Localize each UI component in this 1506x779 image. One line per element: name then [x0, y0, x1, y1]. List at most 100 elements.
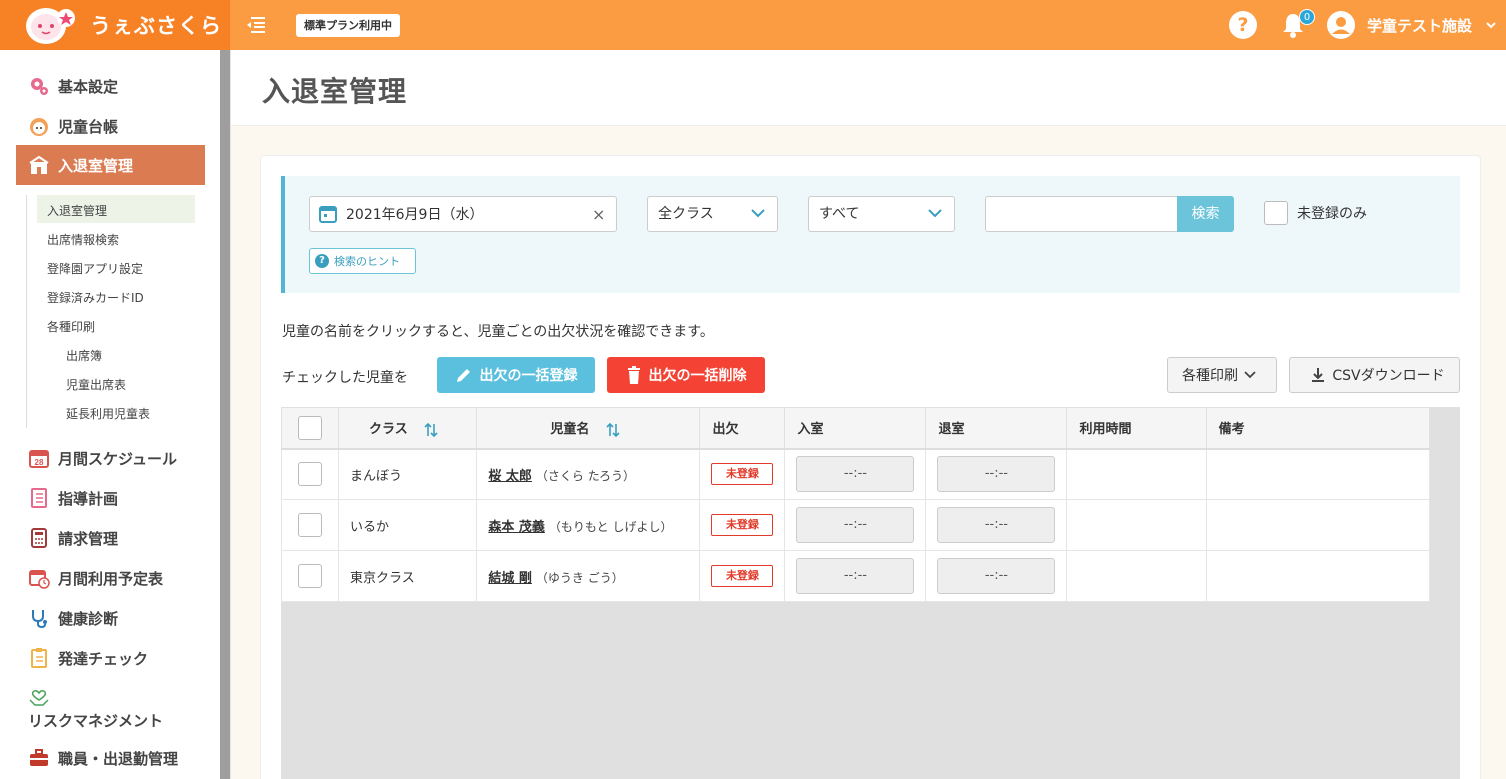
child-name-link[interactable]: 桜 太郎	[488, 469, 532, 484]
sidebar-item-label: 児童台帳	[58, 117, 119, 136]
row-select-cell	[281, 448, 339, 500]
notes-cell	[1205, 499, 1431, 551]
chevron-down-icon	[751, 209, 765, 218]
unregistered-only-checkbox[interactable]	[1264, 201, 1288, 225]
sidebar-item-label: リスクマネジメント	[28, 711, 164, 730]
class-header-label: クラス	[369, 422, 408, 437]
bulk-register-button[interactable]: 出欠の一括登録	[437, 357, 595, 393]
sidebar-item-development-check[interactable]: 発達チェック	[28, 644, 148, 672]
checklist-icon	[31, 648, 47, 668]
class-select-value: 全クラス	[658, 206, 714, 222]
entry-cell: --:--	[784, 499, 927, 551]
status-select-value: すべて	[819, 206, 860, 222]
attendance-cell: 未登録	[699, 499, 786, 551]
page-header	[231, 50, 1506, 126]
chevron-down-icon	[1244, 371, 1256, 379]
class-cell: いるか	[337, 499, 478, 551]
download-icon	[1312, 368, 1325, 382]
child-name-link[interactable]: 森本 茂義	[488, 520, 545, 535]
row-select-cell	[281, 550, 339, 602]
exit-cell: --:--	[925, 448, 1068, 500]
sidebar-item-billing[interactable]: 請求管理	[28, 524, 118, 552]
class-select[interactable]: 全クラス	[647, 196, 778, 232]
attendance-cell: 未登録	[699, 550, 786, 602]
search-hint-button[interactable]: ? 検索のヒント	[309, 248, 416, 274]
notification-count-badge: 0	[1299, 9, 1315, 25]
search-input[interactable]	[985, 196, 1177, 232]
menu-collapse-icon[interactable]	[245, 14, 267, 36]
exit-time-input[interactable]: --:--	[937, 558, 1056, 594]
row-checkbox[interactable]	[298, 513, 322, 537]
subnav-item-extended-use-sheet[interactable]: 延長利用児童表	[66, 405, 150, 422]
chevron-down-icon	[928, 209, 942, 218]
chevron-down-icon[interactable]	[1486, 20, 1496, 30]
name-cell: 森本 茂義 （もりもと しげよし）	[476, 499, 701, 551]
entry-column-header: 入室	[784, 407, 927, 450]
help-icon[interactable]: ?	[1229, 11, 1257, 39]
attendance-status-badge[interactable]: 未登録	[711, 463, 774, 486]
entry-time-input[interactable]: --:--	[796, 456, 915, 493]
brand-logo[interactable]: うぇぶさくら	[0, 0, 230, 50]
sidebar-item-label: 月間利用予定表	[58, 569, 164, 588]
exit-cell: --:--	[925, 499, 1068, 551]
exit-time-input[interactable]: --:--	[937, 507, 1056, 543]
subnav-item-printing[interactable]: 各種印刷	[47, 318, 95, 335]
status-select[interactable]: すべて	[808, 196, 955, 232]
sidebar-item-basic-settings[interactable]: 基本設定	[28, 72, 118, 100]
print-menu-label: 各種印刷	[1182, 368, 1238, 384]
sidebar-item-label: 入退室管理	[58, 156, 134, 175]
subnav-item-app-settings[interactable]: 登降園アプリ設定	[47, 260, 143, 277]
subnav-item-attendance[interactable]: 入退室管理	[47, 202, 107, 219]
sidebar-item-guidance-plan[interactable]: 指導計画	[28, 484, 118, 512]
bulk-delete-button[interactable]: 出欠の一括削除	[607, 357, 765, 393]
exit-time-input[interactable]: --:--	[937, 456, 1056, 493]
csv-download-button[interactable]: CSVダウンロード	[1289, 357, 1460, 393]
sidebar-item-child-register[interactable]: 児童台帳	[28, 112, 118, 140]
search-hint-label: 検索のヒント	[334, 255, 400, 268]
row-checkbox[interactable]	[298, 462, 322, 487]
attendance-status-badge[interactable]: 未登録	[711, 565, 774, 587]
user-avatar-icon[interactable]	[1327, 11, 1355, 39]
exit-cell: --:--	[925, 550, 1068, 602]
sidebar-scrollbar[interactable]	[220, 50, 230, 779]
row-checkbox[interactable]	[298, 564, 322, 588]
entry-time-input[interactable]: --:--	[796, 558, 915, 594]
name-column-header[interactable]: 児童名	[476, 407, 701, 450]
sidebar-item-attendance[interactable]: 入退室管理	[16, 145, 205, 185]
hands-heart-icon	[29, 689, 49, 706]
sidebar-item-staff-management[interactable]: 職員・出退勤管理	[28, 744, 178, 772]
date-picker[interactable]: 2021年6月9日（水）	[309, 196, 617, 232]
sort-icon[interactable]	[424, 422, 438, 438]
child-kana: （さくら たろう）	[535, 468, 636, 483]
sort-icon[interactable]	[606, 422, 620, 438]
notes-column-header: 備考	[1205, 407, 1431, 450]
usage-time-cell	[1066, 550, 1207, 602]
sidebar-item-label: 指導計画	[58, 489, 119, 508]
subnav-item-attendance-search[interactable]: 出席情報検索	[47, 231, 119, 248]
print-menu-button[interactable]: 各種印刷	[1167, 357, 1277, 393]
class-column-header[interactable]: クラス	[337, 407, 478, 450]
entry-time-input[interactable]: --:--	[796, 507, 915, 543]
sidebar-item-risk-management[interactable]: リスクマネジメント	[28, 706, 163, 734]
sidebar-item-health-check[interactable]: 健康診断	[28, 604, 118, 632]
facility-name[interactable]: 学童テスト施設	[1367, 15, 1472, 36]
calendar-icon	[319, 206, 337, 223]
subnav-item-attendance-book[interactable]: 出席簿	[66, 347, 102, 364]
subnav-item-card-ids[interactable]: 登録済みカードID	[47, 289, 144, 306]
subnav-item-child-attendance-sheet[interactable]: 児童出席表	[66, 376, 126, 393]
clear-date-icon[interactable]: ×	[592, 205, 605, 224]
sidebar-item-monthly-schedule[interactable]: 28 月間スケジュール	[28, 444, 177, 472]
select-all-checkbox[interactable]	[298, 415, 322, 440]
child-name-link[interactable]: 結城 剛	[488, 571, 532, 586]
table-row: まんぼう 桜 太郎 （さくら たろう） 未登録 --:-- --:--	[281, 448, 1431, 500]
sidebar-item-monthly-usage-plan[interactable]: 月間利用予定表	[28, 564, 163, 592]
pencil-icon	[456, 369, 470, 382]
search-button[interactable]: 検索	[1177, 196, 1234, 232]
calendar-28-icon: 28	[29, 450, 49, 468]
child-face-icon	[30, 118, 48, 136]
calculator-icon	[31, 528, 47, 548]
unregistered-only-label: 未登録のみ	[1297, 206, 1367, 222]
name-cell: 結城 剛（ゆうき ごう）	[476, 550, 701, 602]
attendance-status-badge[interactable]: 未登録	[711, 514, 774, 536]
gear-icon	[31, 78, 48, 95]
